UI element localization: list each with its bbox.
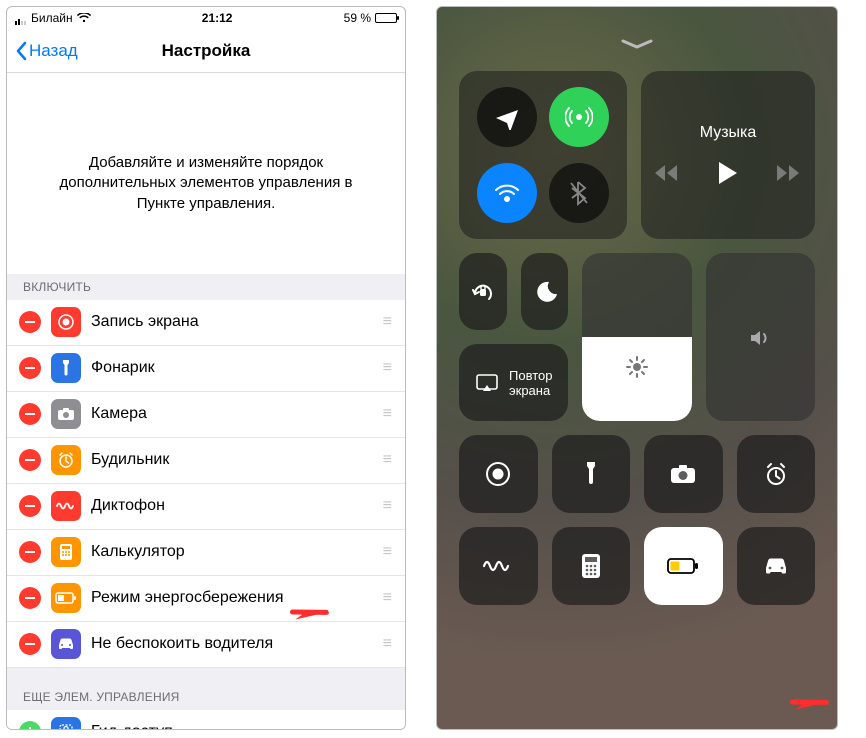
settings-scroll[interactable]: Добавляйте и изменяйте порядок дополните… (7, 73, 405, 729)
screen-recording-button[interactable] (459, 435, 538, 513)
settings-screen: Билайн 21:12 59 % Назад Настройка Добавл… (6, 6, 406, 730)
control-center-screen: Музыка (436, 6, 838, 730)
next-track-button[interactable] (775, 164, 801, 182)
reorder-grip[interactable]: ≡ (383, 497, 393, 515)
alarm-icon (51, 445, 81, 475)
calculator-button[interactable] (552, 527, 631, 605)
row-label: Запись экрана (91, 313, 373, 331)
do-not-disturb-button[interactable] (521, 253, 569, 330)
orientation-lock-button[interactable] (459, 253, 507, 330)
remove-button[interactable] (19, 311, 41, 333)
guided-access-icon (51, 717, 81, 729)
row-label: Гид-доступ (91, 723, 393, 729)
chevron-left-icon (15, 41, 27, 61)
clock-label: 21:12 (202, 11, 233, 25)
reorder-grip[interactable]: ≡ (383, 589, 393, 607)
wifi-icon (77, 13, 91, 23)
flashlight-button[interactable] (552, 435, 631, 513)
page-title: Настройка (162, 41, 251, 61)
row-label: Камера (91, 405, 373, 423)
screen-recording-icon (51, 307, 81, 337)
row-flashlight[interactable]: Фонарик ≡ (7, 346, 405, 392)
voice-memos-icon (51, 491, 81, 521)
nav-bar: Назад Настройка (7, 29, 405, 73)
screen-mirroring-label: Повтор экрана (509, 368, 568, 398)
alarm-button[interactable] (737, 435, 816, 513)
flashlight-icon (51, 353, 81, 383)
remove-button[interactable] (19, 403, 41, 425)
reorder-grip[interactable]: ≡ (383, 635, 393, 653)
row-label: Режим энергосбережения (91, 589, 373, 607)
brightness-icon (625, 355, 649, 379)
low-power-button[interactable] (644, 527, 723, 605)
row-voice-memos[interactable]: Диктофон ≡ (7, 484, 405, 530)
reorder-grip[interactable]: ≡ (383, 313, 393, 331)
row-camera[interactable]: Камера ≡ (7, 392, 405, 438)
volume-icon (748, 327, 772, 349)
remove-button[interactable] (19, 541, 41, 563)
battery-pct-label: 59 % (344, 11, 371, 25)
voice-memos-button[interactable] (459, 527, 538, 605)
row-screen-recording[interactable]: Запись экрана ≡ (7, 300, 405, 346)
play-button[interactable] (717, 160, 739, 186)
music-panel[interactable]: Музыка (641, 71, 815, 239)
row-label: Калькулятор (91, 543, 373, 561)
remove-button[interactable] (19, 633, 41, 655)
screen-mirroring-button[interactable]: Повтор экрана (459, 344, 568, 421)
intro-text: Добавляйте и изменяйте порядок дополните… (7, 73, 405, 274)
row-label: Будильник (91, 451, 373, 469)
row-calculator[interactable]: Калькулятор ≡ (7, 530, 405, 576)
reorder-grip[interactable]: ≡ (383, 405, 393, 423)
signal-icon (15, 11, 27, 25)
music-title: Музыка (700, 124, 757, 142)
bluetooth-toggle[interactable] (549, 163, 609, 223)
back-label: Назад (29, 41, 78, 61)
row-dnd-driving[interactable]: Не беспокоить водителя ≡ (7, 622, 405, 668)
row-guided-access[interactable]: Гид-доступ (7, 710, 405, 729)
section-include-header: ВКЛЮЧИТЬ (7, 274, 405, 300)
low-power-icon (51, 583, 81, 613)
reorder-grip[interactable]: ≡ (383, 451, 393, 469)
row-label: Не беспокоить водителя (91, 635, 373, 653)
back-button[interactable]: Назад (15, 41, 78, 61)
airplane-toggle[interactable] (477, 87, 537, 147)
dnd-driving-button[interactable] (737, 527, 816, 605)
add-button[interactable] (19, 721, 41, 729)
remove-button[interactable] (19, 495, 41, 517)
cellular-toggle[interactable] (549, 87, 609, 147)
camera-icon (51, 399, 81, 429)
reorder-grip[interactable]: ≡ (383, 543, 393, 561)
volume-slider[interactable] (706, 253, 815, 421)
carrier-label: Билайн (31, 11, 73, 25)
remove-button[interactable] (19, 587, 41, 609)
car-icon (51, 629, 81, 659)
row-low-power[interactable]: Режим энергосбережения ≡ (7, 576, 405, 622)
screen-mirroring-icon (475, 373, 499, 393)
row-alarm[interactable]: Будильник ≡ (7, 438, 405, 484)
row-label: Фонарик (91, 359, 373, 377)
brightness-slider[interactable] (582, 253, 691, 421)
calculator-icon (51, 537, 81, 567)
connectivity-panel[interactable] (459, 71, 627, 239)
section-more-header: ЕЩЕ ЭЛЕМ. УПРАВЛЕНИЯ (7, 668, 405, 710)
remove-button[interactable] (19, 449, 41, 471)
reorder-grip[interactable]: ≡ (383, 359, 393, 377)
row-label: Диктофон (91, 497, 373, 515)
wifi-toggle[interactable] (477, 163, 537, 223)
remove-button[interactable] (19, 357, 41, 379)
status-bar: Билайн 21:12 59 % (7, 7, 405, 29)
prev-track-button[interactable] (655, 164, 681, 182)
grabber-icon[interactable] (619, 37, 655, 51)
battery-icon (375, 13, 397, 23)
camera-button[interactable] (644, 435, 723, 513)
